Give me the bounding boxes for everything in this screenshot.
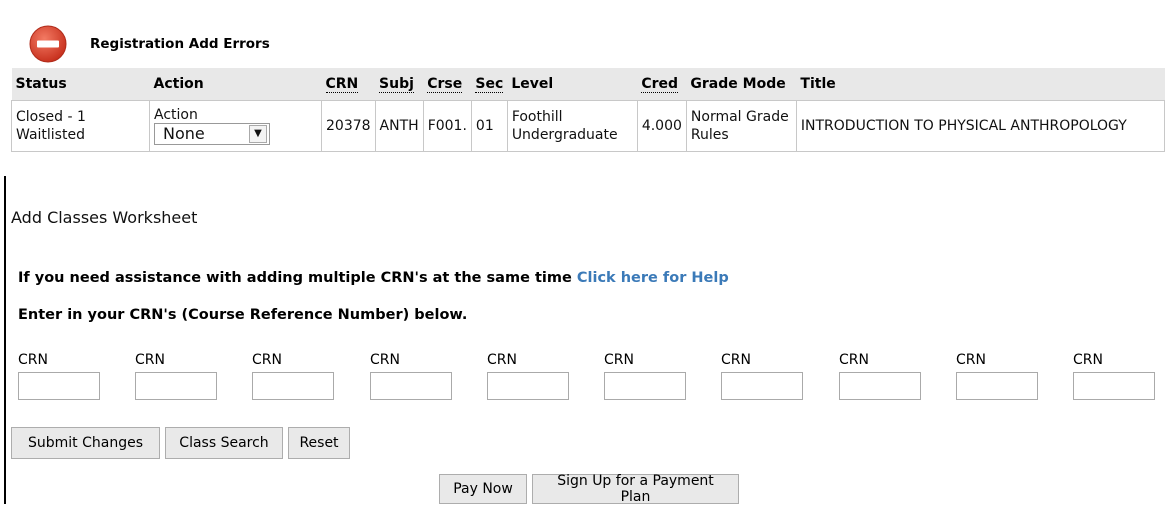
worksheet-title: Add Classes Worksheet [11, 208, 198, 227]
crn-label: CRN [252, 352, 282, 368]
crn-group-7: CRN [721, 352, 803, 400]
crn-group-1: CRN [18, 352, 100, 400]
crn-group-9: CRN [956, 352, 1038, 400]
crn-input-2[interactable] [135, 372, 217, 400]
crn-input-8[interactable] [839, 372, 921, 400]
col-status: Status [11, 68, 150, 101]
reset-button[interactable]: Reset [288, 427, 350, 459]
crn-input-3[interactable] [252, 372, 334, 400]
col-grade-mode: Grade Mode [686, 68, 797, 101]
crn-label: CRN [604, 352, 634, 368]
crn-input-7[interactable] [721, 372, 803, 400]
action-label: Action [154, 107, 198, 123]
cell-title: INTRODUCTION TO PHYSICAL ANTHROPOLOGY [795, 100, 1165, 152]
crn-input-10[interactable] [1073, 372, 1155, 400]
cell-crn: 20378 [321, 100, 376, 152]
crn-label: CRN [487, 352, 517, 368]
cell-sec: 01 [470, 100, 508, 152]
left-edge-border [4, 176, 6, 504]
crn-input-5[interactable] [487, 372, 569, 400]
crn-label: CRN [956, 352, 986, 368]
col-cred: Cred [637, 68, 687, 101]
class-search-button[interactable]: Class Search [165, 427, 283, 459]
crn-label: CRN [721, 352, 751, 368]
col-action: Action [149, 68, 322, 101]
help-text-label: If you need assistance with adding multi… [18, 270, 572, 286]
col-subj: Subj [375, 68, 424, 101]
crn-group-10: CRN [1073, 352, 1155, 400]
chevron-down-icon[interactable]: ▼ [249, 125, 267, 143]
cell-grade-mode: Normal Grade Rules [685, 100, 797, 152]
error-title: Registration Add Errors [90, 36, 270, 52]
crn-group-4: CRN [370, 352, 452, 400]
error-header: Registration Add Errors [28, 24, 270, 64]
col-sec: Sec [471, 68, 508, 101]
crn-group-8: CRN [839, 352, 921, 400]
crn-label: CRN [370, 352, 400, 368]
crn-label: CRN [135, 352, 165, 368]
crn-group-5: CRN [487, 352, 569, 400]
crn-input-1[interactable] [18, 372, 100, 400]
table-row: Closed - 1 Waitlisted Action None ▼ 2037… [11, 100, 1165, 152]
crn-label: CRN [18, 352, 48, 368]
minus-circle-icon [28, 24, 68, 64]
submit-changes-button[interactable]: Submit Changes [11, 427, 160, 459]
crn-label: CRN [839, 352, 869, 368]
help-text: If you need assistance with adding multi… [18, 270, 729, 286]
action-select-value: None [163, 124, 205, 143]
registration-errors-table: Status Action CRN Subj Crse Sec Level Cr… [11, 68, 1165, 152]
crn-label: CRN [1073, 352, 1103, 368]
cell-cred: 4.000 [636, 100, 687, 152]
col-crse: Crse [423, 68, 472, 101]
cell-action: Action None ▼ [149, 100, 322, 152]
payment-plan-button[interactable]: Sign Up for a Payment Plan [532, 473, 739, 505]
pay-now-button[interactable]: Pay Now [439, 474, 527, 504]
cell-crse: F001. [422, 100, 472, 152]
cell-status: Closed - 1 Waitlisted [11, 100, 150, 152]
crn-input-9[interactable] [956, 372, 1038, 400]
enter-crn-instructions: Enter in your CRN's (Course Reference Nu… [18, 307, 468, 323]
col-crn: CRN [321, 68, 376, 101]
col-title: Title [796, 68, 1165, 101]
crn-group-6: CRN [604, 352, 686, 400]
table-header-row: Status Action CRN Subj Crse Sec Level Cr… [11, 68, 1165, 101]
crn-group-3: CRN [252, 352, 334, 400]
cell-level: Foothill Undergraduate [506, 100, 638, 152]
action-select[interactable]: None ▼ [154, 123, 270, 145]
crn-input-6[interactable] [604, 372, 686, 400]
help-link[interactable]: Click here for Help [577, 270, 729, 286]
cell-subj: ANTH [374, 100, 424, 152]
crn-input-4[interactable] [370, 372, 452, 400]
col-level: Level [507, 68, 638, 101]
crn-group-2: CRN [135, 352, 217, 400]
